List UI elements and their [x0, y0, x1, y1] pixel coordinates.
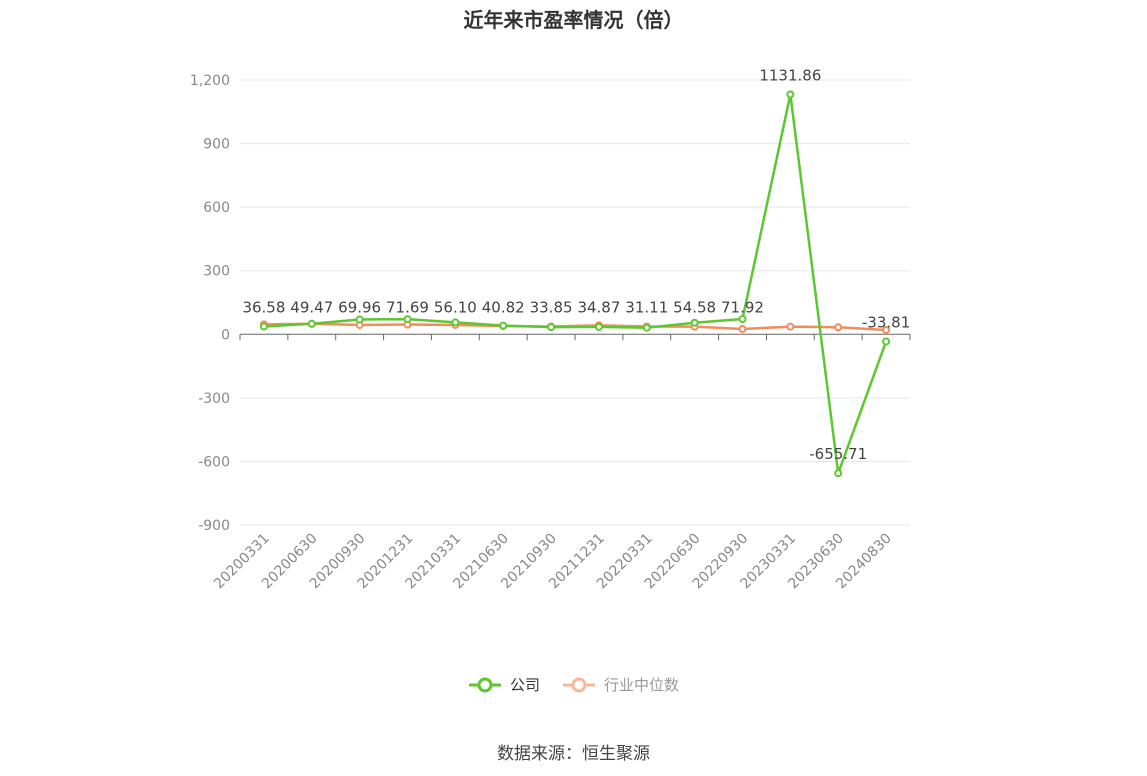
- legend-label-company: 公司: [509, 676, 540, 694]
- legend-item-industry-median[interactable]: 行业中位数: [562, 674, 679, 695]
- y-tick-label: -300: [198, 391, 230, 407]
- y-tick-label: 1,200: [190, 73, 230, 89]
- company-data-label: 56.10: [434, 298, 477, 316]
- company-data-point: [307, 319, 316, 328]
- company-data-label: -655.71: [809, 445, 867, 463]
- industry-median-data-point: [786, 322, 795, 331]
- company-data-label: 34.87: [577, 298, 620, 316]
- company-data-label: 71.69: [386, 298, 429, 316]
- data-labels: 36.58 49.47 69.96 71.69 56.10 40.82 33.85 34.87…: [242, 66, 910, 463]
- company-data-point: [403, 315, 412, 324]
- company-data-point: [355, 315, 364, 324]
- industry-median-data-point: [834, 323, 843, 332]
- company-data-label: 33.85: [530, 298, 573, 316]
- company-data-label: 54.58: [673, 298, 716, 316]
- company-data-label: 49.47: [290, 298, 333, 316]
- data-source-note: 数据来源：恒生聚源: [497, 744, 650, 764]
- series-lines: [259, 90, 891, 478]
- company-data-point: [786, 90, 795, 99]
- company-data-point: [642, 323, 651, 332]
- legend-line-circle-icon: [468, 677, 501, 692]
- pe-ratio-line-chart: 1,2009006003000-300-600-9002020033120200…: [190, 66, 911, 592]
- company-data-label: 31.11: [625, 298, 668, 316]
- company-data-point: [834, 469, 843, 478]
- y-tick-label: 300: [203, 264, 230, 280]
- company-data-point: [738, 315, 747, 324]
- company-data-point: [882, 337, 891, 346]
- company-data-label: -33.81: [862, 313, 910, 331]
- y-tick-label: 0: [221, 327, 230, 343]
- legend: 公司 行业中位数: [0, 674, 1147, 695]
- company-data-point: [259, 322, 268, 331]
- legend-item-company[interactable]: 公司: [468, 674, 540, 695]
- y-tick-label: -900: [198, 518, 230, 534]
- company-data-point: [547, 323, 556, 332]
- legend-label-industry-median: 行业中位数: [604, 676, 680, 694]
- axes: 1,2009006003000-300-600-9002020033120200…: [190, 73, 911, 592]
- y-tick-label: 600: [203, 200, 230, 216]
- industry-median-data-point: [738, 324, 747, 333]
- company-series-line: [263, 93, 888, 475]
- y-tick-label: 900: [203, 137, 230, 153]
- company-data-label: 36.58: [242, 298, 285, 316]
- company-data-label: 69.96: [338, 298, 381, 316]
- y-tick-label: -600: [198, 454, 230, 470]
- company-data-point: [451, 318, 460, 327]
- company-data-point: [594, 322, 603, 331]
- company-data-label: 1131.86: [759, 66, 821, 84]
- legend-line-circle-icon: [563, 677, 595, 692]
- company-data-point: [499, 321, 508, 330]
- company-data-label: 40.82: [482, 298, 525, 316]
- company-data-label: 71.92: [721, 298, 764, 316]
- company-data-point: [690, 318, 699, 327]
